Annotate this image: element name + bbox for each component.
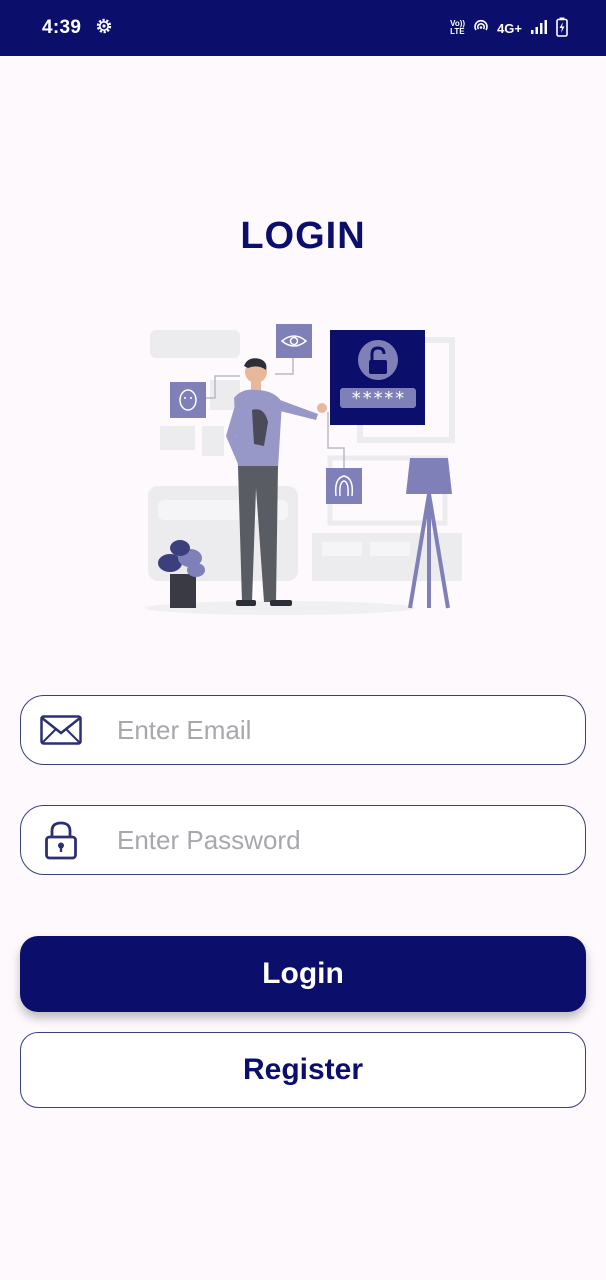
status-time: 4:39: [42, 17, 82, 38]
signal-icon: [530, 19, 548, 38]
password-input[interactable]: [117, 824, 547, 856]
lock-icon: [21, 820, 101, 860]
status-left: 4:39: [42, 17, 113, 40]
status-right: Vo)) LTE 4G+: [450, 17, 568, 40]
password-field[interactable]: [20, 805, 586, 875]
battery-charging-icon: [556, 17, 568, 40]
network-type: 4G+: [497, 20, 522, 36]
register-button[interactable]: Register: [20, 1032, 586, 1108]
login-button[interactable]: Login: [20, 936, 586, 1012]
login-security-illustration: *****: [130, 318, 475, 618]
volte-bottom: LTE: [450, 27, 465, 36]
password-mask-text: *****: [351, 388, 405, 409]
envelope-icon: [21, 715, 101, 745]
email-input[interactable]: [117, 714, 547, 746]
page-title: LOGIN: [240, 215, 366, 257]
settings-gear-icon: [95, 17, 113, 40]
hotspot-icon: [473, 19, 489, 38]
email-field[interactable]: [20, 695, 586, 765]
status-bar: 4:39 Vo)) LTE 4G+: [0, 0, 606, 56]
volte-indicator: Vo)) LTE: [450, 20, 465, 36]
